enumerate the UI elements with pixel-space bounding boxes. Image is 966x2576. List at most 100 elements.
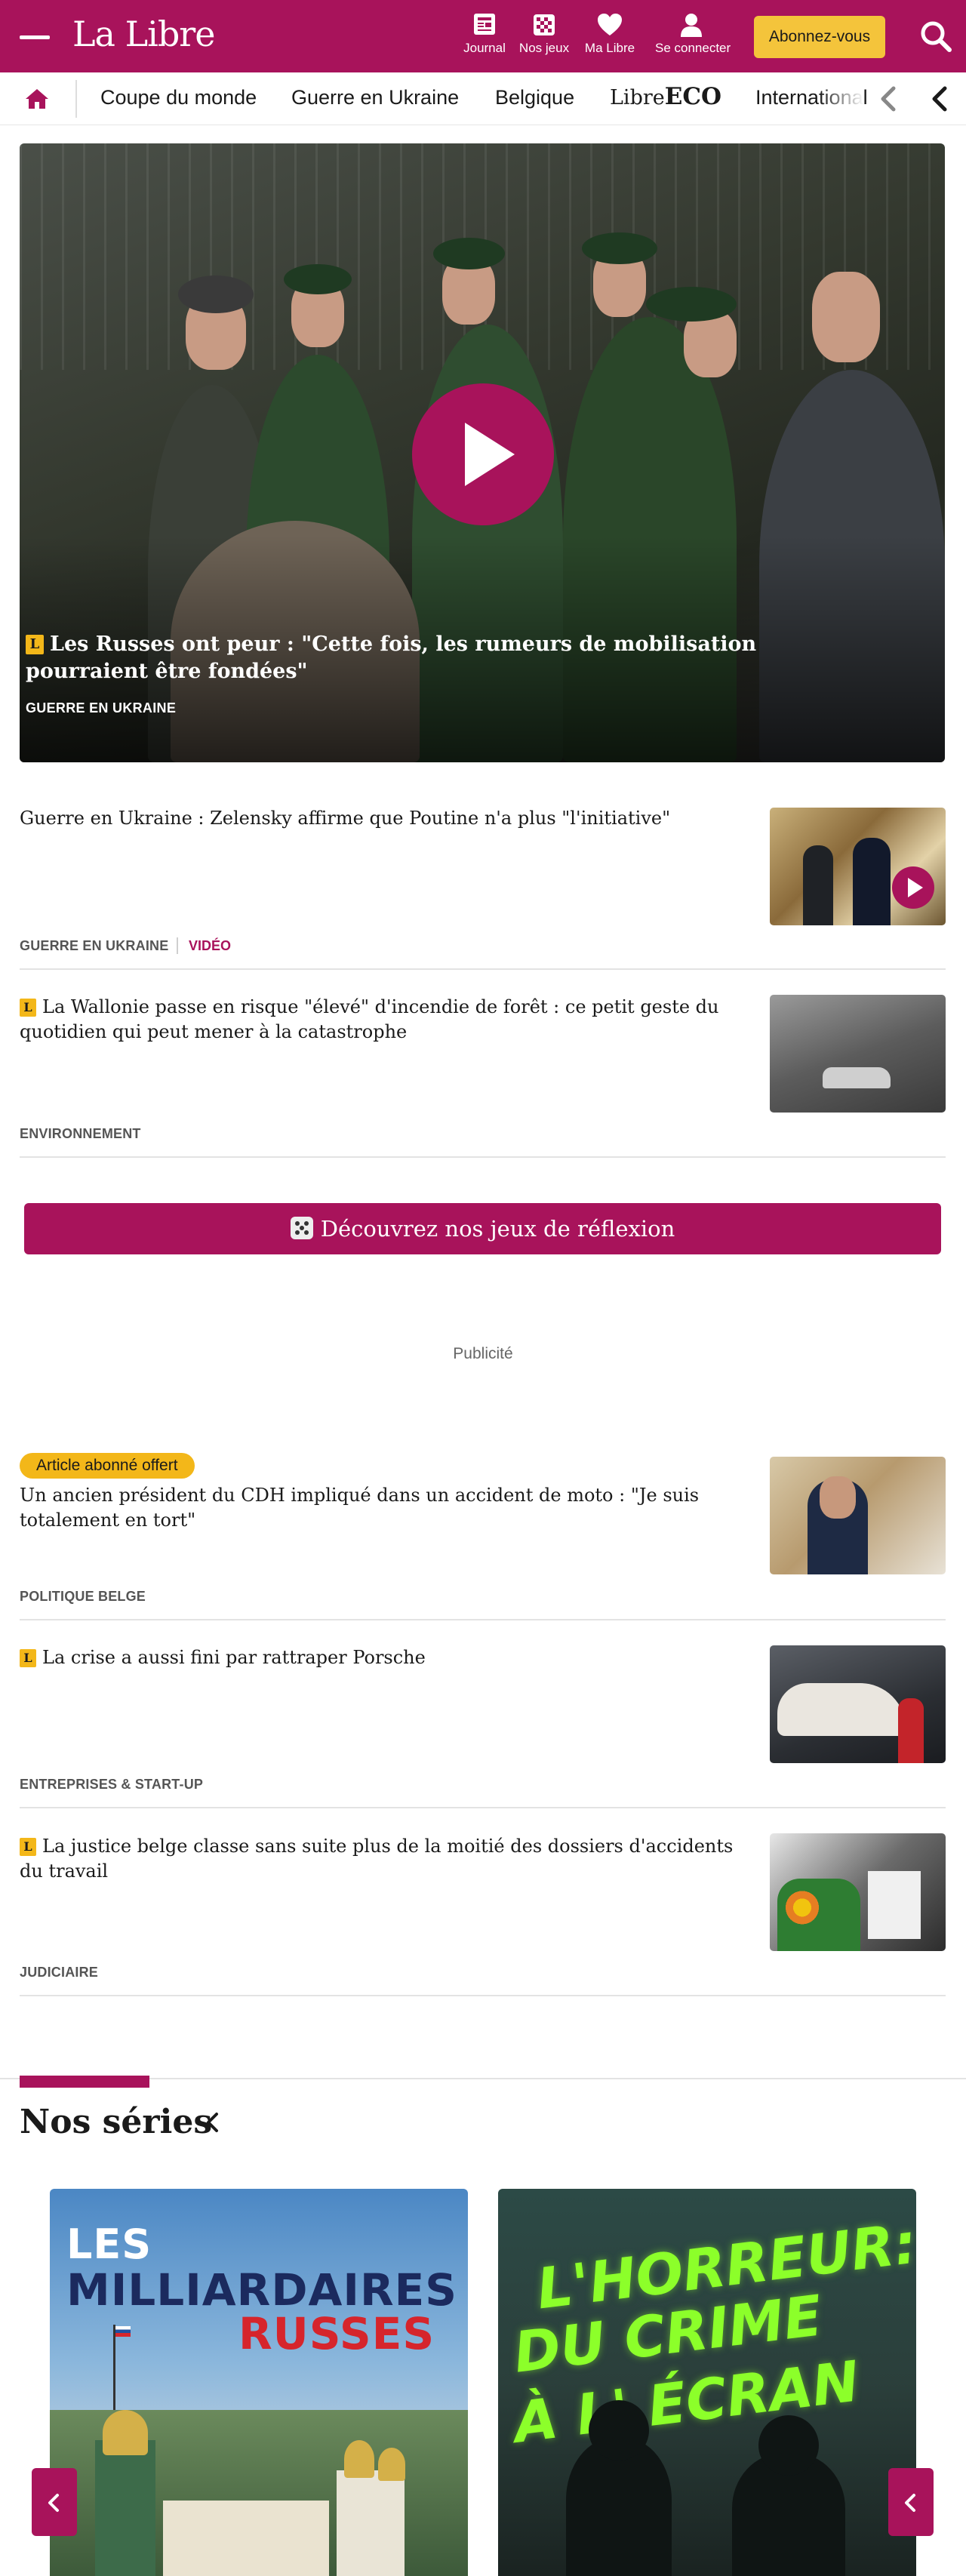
hero-title-text: Les Russes ont peur : "Cette fois, les r… [26,632,757,683]
article-divider [20,1156,946,1158]
dice-icon [290,1217,313,1239]
nav-scroll-left-button[interactable] [866,83,912,115]
article-title[interactable]: Guerre en Ukraine : Zelensky affirme que… [20,806,744,831]
premium-badge: L [20,999,36,1017]
chevron-left-icon [932,86,947,112]
silhouette-head [589,2400,649,2461]
nav-item-libre-eco[interactable]: LibreECO [610,83,721,110]
top-header: La Libre Journal Nos jeux Ma Libre Se co… [0,0,966,72]
article-thumbnail[interactable] [770,1457,946,1574]
series-card-line: LES [66,2221,152,2268]
article-title-text: La Wallonie passe en risque "élevé" d'in… [20,996,719,1042]
series-next-button[interactable] [888,2468,934,2536]
thumb-car [823,1067,891,1088]
article-thumbnail[interactable] [770,995,946,1113]
article-divider [20,968,946,970]
thumb-face [820,1476,856,1519]
login-button[interactable]: Se connecter [655,12,731,56]
chevron-left-icon [905,2494,915,2512]
nav-item-world-cup[interactable]: Coupe du monde [100,86,257,109]
article-title[interactable]: L La Wallonie passe en risque "élevé" d'i… [20,995,744,1045]
thumb-sign [868,1871,921,1939]
thumb-car [777,1683,906,1736]
series-prev-button[interactable] [32,2468,77,2536]
section-nav: Coupe du monde Guerre en Ukraine Belgiqu… [0,72,966,125]
thumb-figure [898,1698,924,1763]
article-title[interactable]: L La justice belge classe sans suite plus… [20,1834,744,1884]
home-icon[interactable] [24,88,50,110]
ad-label: Publicité [453,1345,513,1362]
category-divider [177,937,178,954]
login-label: Se connecter [655,41,731,55]
dome [344,2440,374,2478]
games-label: Nos jeux [518,41,570,55]
play-video-button[interactable] [892,866,934,909]
thumb-figure [853,838,891,925]
hero-title[interactable]: L Les Russes ont peur : "Cette fois, les … [26,631,871,685]
premium-badge: L [26,635,44,654]
nav-divider [75,80,77,118]
article-category[interactable]: JUDICIAIRE [20,1965,98,1980]
thumb-flowers [777,1879,860,1951]
series-card-crime-horror[interactable]: L'HORREUR: DU CRIME À L' ÉCRAN [498,2189,916,2576]
hero-cap [178,275,254,313]
user-icon [681,14,702,37]
flagpole [113,2325,115,2415]
libre-eco-suffix: ECO [664,83,722,110]
games-promo-label: Découvrez nos jeux de réflexion [320,1216,675,1242]
article-title-text: La crise a aussi fini par rattraper Pors… [42,1647,426,1668]
libre-eco-prefix: Libre [610,86,665,109]
dome [103,2410,148,2455]
offer-badge: Article abonné offert [20,1453,195,1479]
hero-cap [646,287,737,322]
dome [378,2448,405,2481]
play-video-button[interactable] [412,383,554,525]
article-thumbnail[interactable] [770,1833,946,1951]
heart-icon [598,14,622,35]
article-title[interactable]: Un ancien président du CDH impliqué dans… [20,1483,744,1533]
hero-cap [433,238,505,269]
games-button[interactable]: Nos jeux [508,12,580,56]
article-thumbnail[interactable] [770,1645,946,1763]
article-category[interactable]: ENVIRONNEMENT [20,1126,141,1142]
article-thumbnail[interactable] [770,808,946,925]
series-card-russian-billionaires[interactable]: LES MILLIARDAIRES RUSSES [50,2189,468,2576]
nav-item-belgium[interactable]: Belgique [495,86,574,109]
article-category[interactable]: GUERRE EN UKRAINE [20,938,168,954]
chevron-left-icon [48,2494,59,2512]
search-icon[interactable] [919,20,952,53]
premium-badge: L [20,1838,36,1856]
nav-scroll-right-button[interactable] [921,83,958,115]
article-category[interactable]: POLITIQUE BELGE [20,1589,146,1605]
site-logo[interactable]: La Libre [72,14,216,54]
article-divider [20,1619,946,1620]
nav-fade [819,72,864,124]
kremlin-illustration [50,2410,468,2576]
tower [95,2440,155,2576]
tower [337,2470,405,2576]
my-libre-label: Ma Libre [584,41,635,55]
silhouette-head [758,2415,819,2476]
premium-badge: L [20,1649,36,1667]
chevron-left-icon[interactable] [204,2111,222,2134]
thumb-figure [803,845,833,925]
hero-cap [582,232,657,264]
article-divider [20,1807,946,1808]
hero-category[interactable]: GUERRE EN UKRAINE [26,700,176,716]
subscribe-button[interactable]: Abonnez-vous [754,16,885,58]
series-card-line: RUSSES [238,2308,435,2359]
menu-icon[interactable] [20,35,50,39]
series-accent [20,2076,149,2088]
video-tag: VIDÉO [189,938,232,953]
palace [163,2501,329,2576]
hero-cap [284,264,352,294]
article-category[interactable]: ENTREPRISES & START-UP [20,1777,203,1793]
article-title-text: La justice belge classe sans suite plus … [20,1836,734,1882]
article-divider [20,1995,946,1996]
article-title[interactable]: L La crise a aussi fini par rattraper Por… [20,1645,744,1670]
flag-icon [115,2326,131,2337]
my-libre-button[interactable]: Ma Libre [574,12,646,56]
nav-item-ukraine[interactable]: Guerre en Ukraine [291,86,459,109]
games-promo-button[interactable]: Découvrez nos jeux de réflexion [24,1203,941,1254]
chevron-left-icon [881,86,896,112]
